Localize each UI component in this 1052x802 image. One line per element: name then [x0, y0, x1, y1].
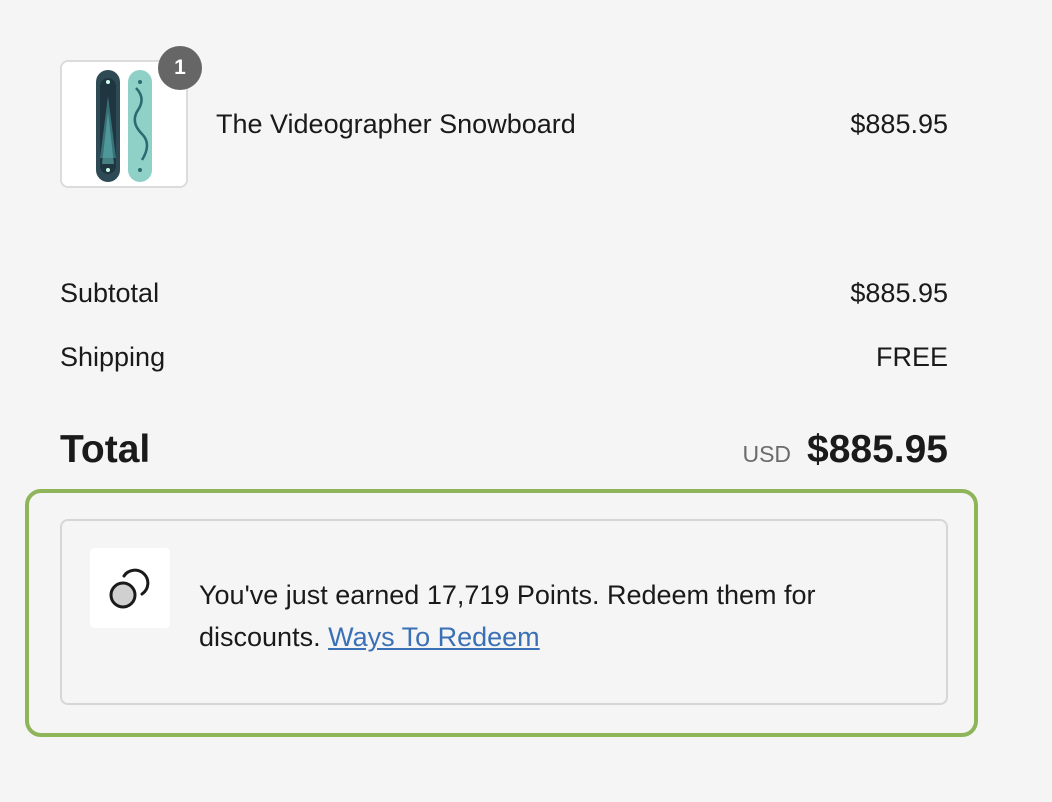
rewards-message-block: You've just earned 17,719 Points. Redeem…	[199, 574, 899, 658]
subtotal-value: $885.95	[850, 278, 948, 308]
quantity-badge: 1	[158, 46, 202, 90]
product-name: The Videographer Snowboard	[216, 109, 576, 139]
snowboard-image	[96, 70, 152, 182]
shipping-row: Shipping FREE	[60, 341, 948, 373]
ways-to-redeem-link[interactable]: Ways To Redeem	[328, 622, 540, 652]
rewards-icon-box	[90, 548, 170, 628]
shipping-value: FREE	[875, 342, 948, 372]
order-summary: 1 The Videographer Snowboard $885.95 Sub…	[0, 0, 1052, 802]
total-value: $885.95	[807, 428, 948, 471]
coins-icon	[109, 568, 150, 609]
subtotal-row: Subtotal $885.95	[60, 277, 948, 309]
product-price: $885.95	[850, 109, 948, 139]
rewards-highlight: You've just earned 17,719 Points. Redeem…	[25, 489, 978, 737]
line-item: 1 The Videographer Snowboard $885.95	[60, 46, 948, 188]
total-amount-group: USD $885.95	[742, 426, 948, 474]
currency-code: USD	[742, 441, 792, 467]
rewards-card: You've just earned 17,719 Points. Redeem…	[60, 519, 948, 705]
total-row: Total USD $885.95	[60, 426, 948, 474]
subtotal-label: Subtotal	[60, 278, 160, 308]
total-label: Total	[60, 428, 151, 471]
shipping-label: Shipping	[60, 342, 166, 372]
